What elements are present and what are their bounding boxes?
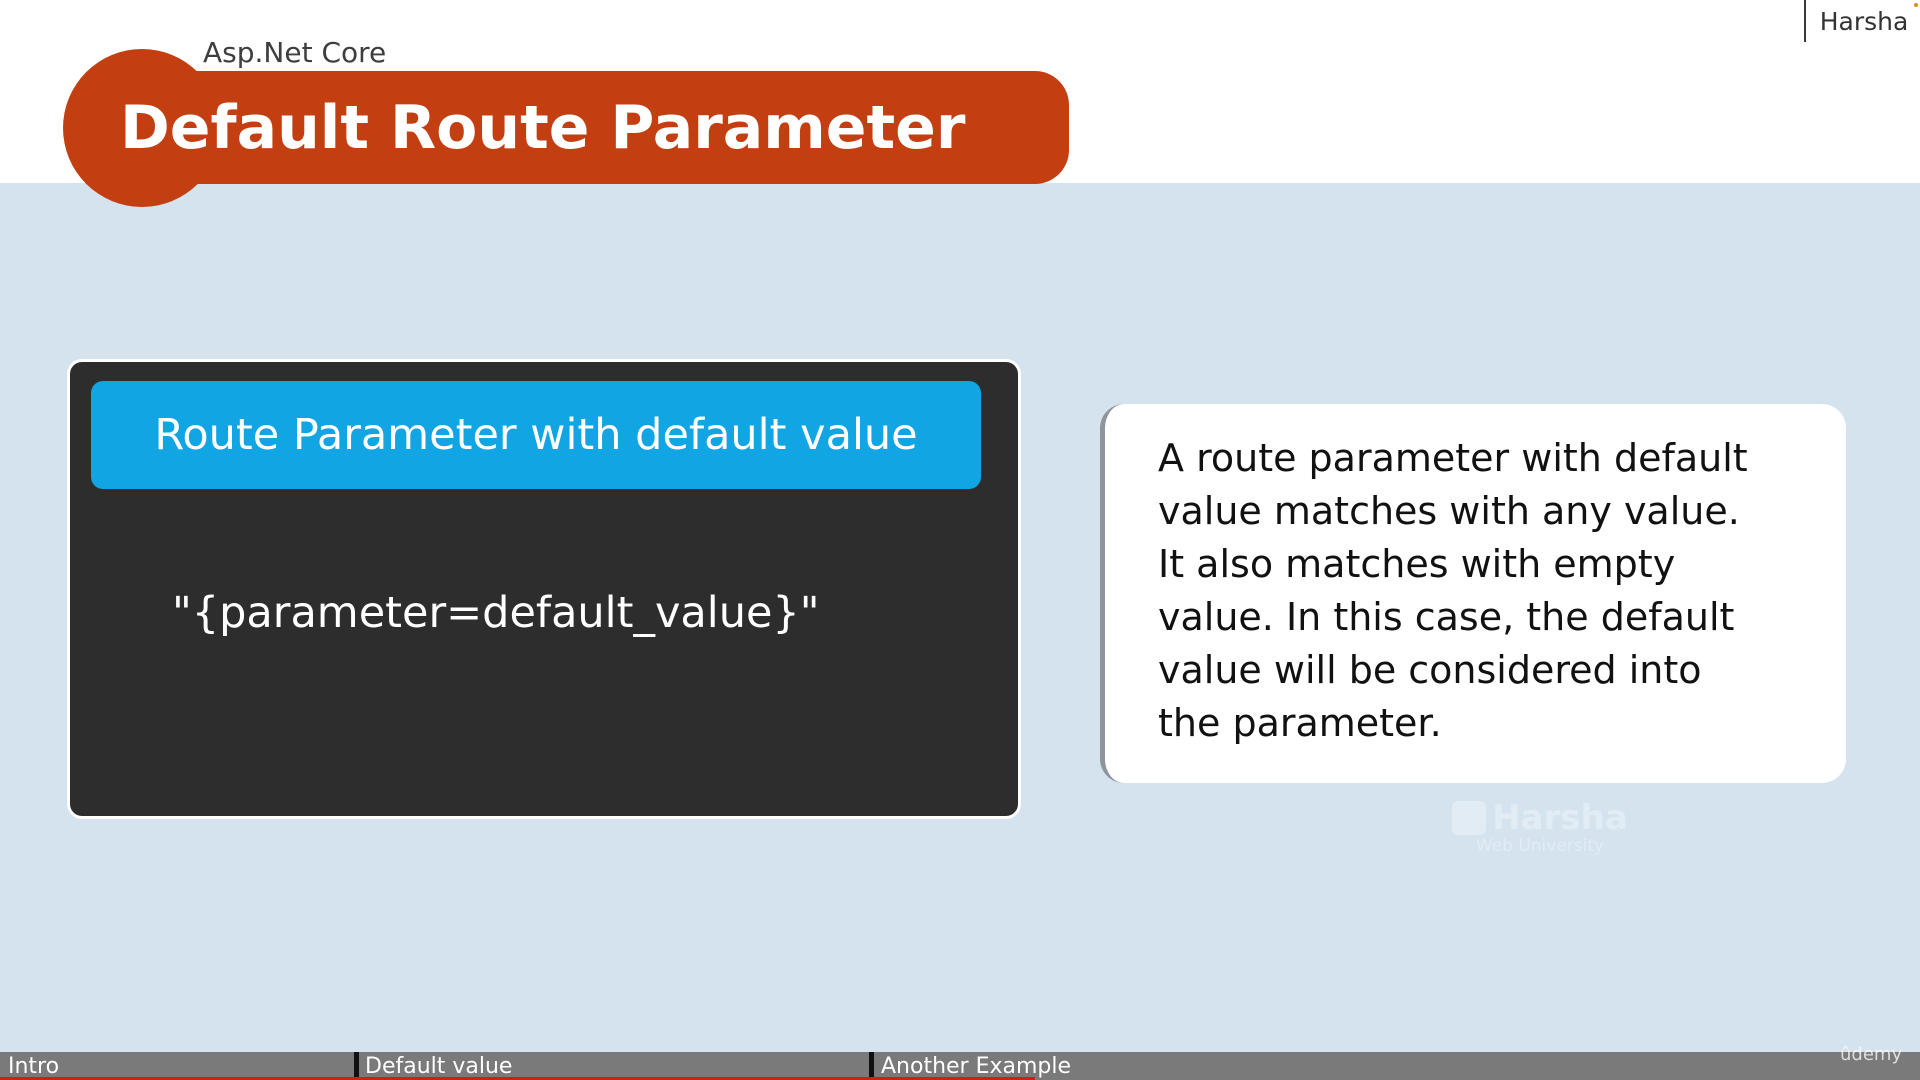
slide-title: Default Route Parameter xyxy=(120,92,966,163)
watermark-logo: Harsha Web University xyxy=(1452,798,1628,862)
description-line: value matches with any value. xyxy=(1158,489,1740,533)
description-line: A route parameter with default xyxy=(1158,436,1748,480)
description-text: A route parameter with default value mat… xyxy=(1158,432,1828,750)
syntax-example: "{parameter=default_value}" xyxy=(172,588,820,638)
brand-corner-label: Harsha xyxy=(1804,0,1920,42)
video-frame: Harsha Asp.Net Core Default Route Parame… xyxy=(0,0,1920,1080)
chapter-separator xyxy=(354,1052,359,1080)
harsha-logo-icon xyxy=(1452,801,1487,835)
chapter-default-value[interactable]: Default value xyxy=(365,1052,512,1080)
watermark-name: Harsha xyxy=(1492,798,1628,838)
course-subject: Asp.Net Core xyxy=(203,36,387,69)
watermark-subtitle: Web University xyxy=(1475,836,1605,856)
udemy-logo: ûdemy xyxy=(1840,1044,1903,1065)
description-line: the parameter. xyxy=(1158,701,1442,745)
description-line: value will be considered into xyxy=(1158,648,1702,692)
description-line: It also matches with empty xyxy=(1158,542,1676,586)
chapter-intro[interactable]: Intro xyxy=(8,1052,59,1080)
chapter-separator xyxy=(869,1052,874,1080)
chapter-progress-bar[interactable]: Intro Default value Another Example xyxy=(0,1052,1920,1080)
brand-corner-text: Harsha xyxy=(1819,6,1909,36)
corner-dot-icon xyxy=(1914,3,1918,7)
chapter-another-example[interactable]: Another Example xyxy=(881,1052,1071,1080)
description-line: value. In this case, the default xyxy=(1158,595,1735,639)
syntax-card-heading: Route Parameter with default value xyxy=(91,381,981,489)
